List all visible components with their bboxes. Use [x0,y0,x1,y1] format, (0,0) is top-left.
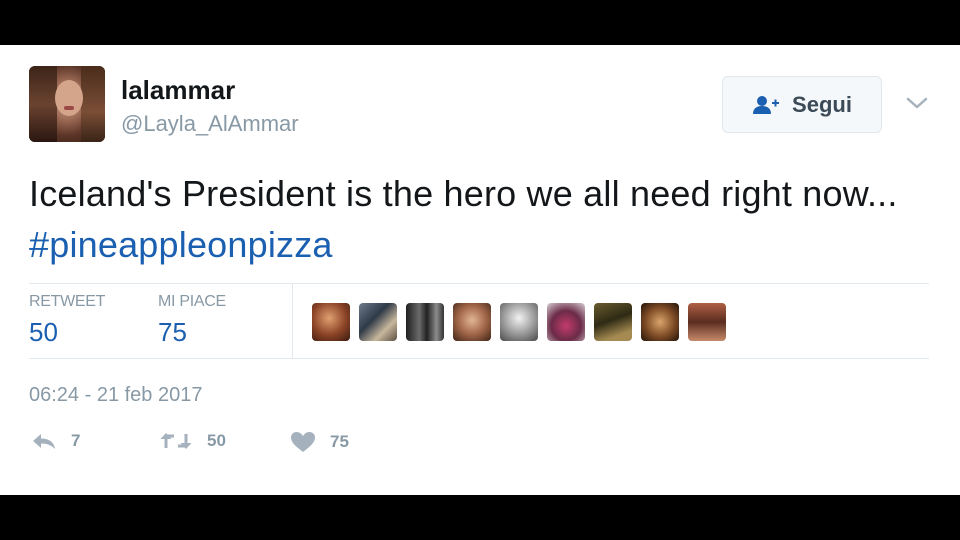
person-plus-icon [753,95,780,114]
liker-avatar[interactable] [547,303,585,341]
tweet-timestamp[interactable]: 06:24 - 21 feb 2017 [29,384,202,407]
retweet-icon [160,433,192,449]
hashtag-link[interactable]: #pineappleonpizza [29,224,333,265]
tweet-card: lalammar @Layla_AlAmmar Segui Iceland's … [0,45,960,495]
reply-icon [33,434,55,449]
avatar-hair-left [29,66,57,142]
avatar-lips [64,106,74,110]
retweet-count: 50 [207,431,226,450]
retweets-label: RETWEET [29,293,106,310]
follow-button[interactable]: Segui [722,76,882,133]
like-count: 75 [330,432,349,451]
likes-stat[interactable]: MI PIACE 75 [158,293,226,348]
tweet-stats: RETWEET 50 MI PIACE 75 [29,283,929,359]
avatar-hair-right [81,66,105,142]
stats-divider [292,284,293,359]
liker-avatar[interactable] [594,303,632,341]
liker-avatar[interactable] [312,303,350,341]
liker-avatar[interactable] [359,303,397,341]
tweet-text: Iceland's President is the hero we all n… [29,168,929,270]
liker-avatar[interactable] [406,303,444,341]
heart-icon [291,432,315,452]
retweets-stat[interactable]: RETWEET 50 [29,293,105,348]
display-name[interactable]: lalammar [121,75,235,106]
liker-avatar[interactable] [500,303,538,341]
retweets-value: 50 [29,317,58,347]
like-button[interactable]: 75 [290,431,349,453]
avatar[interactable] [29,66,105,142]
reply-count: 7 [71,431,81,450]
tweet-text-body: Iceland's President is the hero we all n… [29,173,898,214]
liker-avatar[interactable] [641,303,679,341]
avatar-face [55,80,83,116]
follow-button-label: Segui [792,91,852,117]
likes-value: 75 [158,317,187,347]
reply-button[interactable]: 7 [31,431,80,451]
chevron-down-icon[interactable] [904,92,930,114]
liker-avatar[interactable] [688,303,726,341]
tweet-actions: 7 50 75 [29,431,429,461]
retweet-button[interactable]: 50 [159,431,226,451]
likes-label: MI PIACE [158,293,226,310]
user-handle[interactable]: @Layla_AlAmmar [121,111,299,137]
liker-avatar[interactable] [453,303,491,341]
